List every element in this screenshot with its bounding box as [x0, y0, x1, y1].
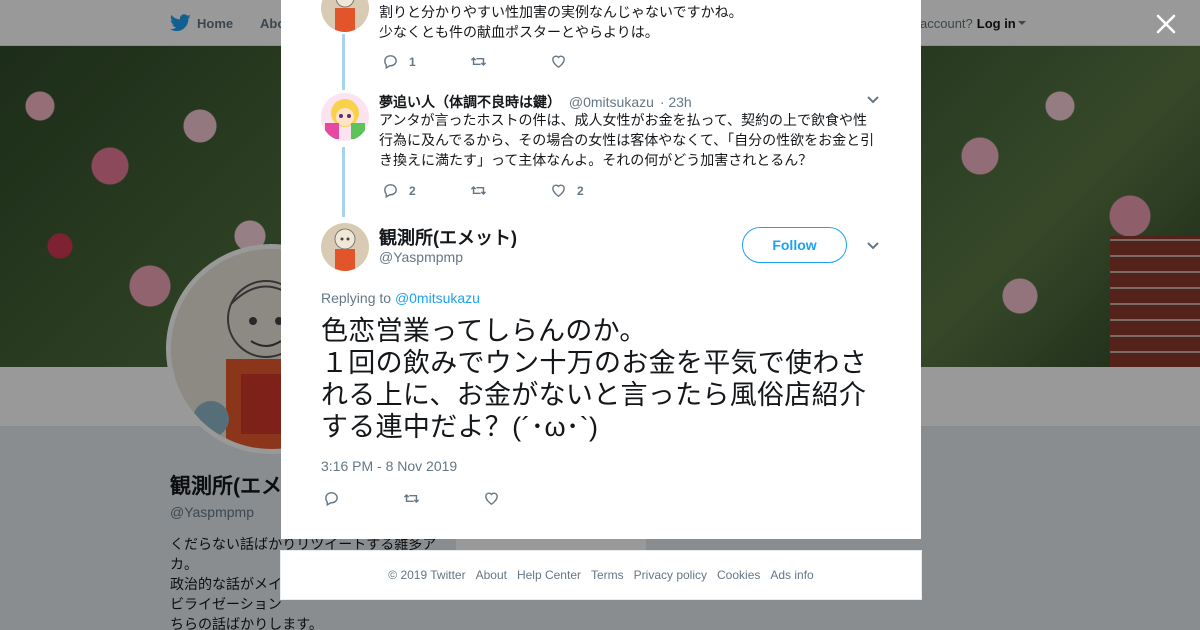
reply-button[interactable]: 2 — [382, 182, 470, 199]
tweet-time[interactable]: · 23h — [660, 94, 692, 110]
replying-handle-link[interactable]: @0mitsukazu — [395, 290, 480, 306]
thread-tweet-text: アンタが言ったホストの件は、成人女性がお金を払って、契約の上で飲食や性行為に及ん… — [379, 112, 875, 168]
reply-count: 2 — [409, 183, 416, 198]
footer-link-cookies[interactable]: Cookies — [717, 568, 760, 582]
like-button[interactable] — [483, 490, 500, 507]
retweet-button[interactable] — [470, 182, 550, 199]
like-icon — [485, 492, 498, 506]
retweet-icon — [470, 56, 487, 67]
retweet-icon — [470, 185, 487, 196]
like-icon — [552, 184, 565, 198]
follow-button[interactable]: Follow — [742, 227, 847, 263]
footer-link-privacy[interactable]: Privacy policy — [634, 568, 707, 582]
like-count: 2 — [577, 183, 584, 198]
close-button[interactable] — [1152, 10, 1180, 38]
tweet-author-handle[interactable]: @0mitsukazu — [569, 94, 654, 110]
thread-connector — [342, 34, 345, 90]
tweet-timestamp[interactable]: 3:16 PM - 8 Nov 2019 — [321, 458, 457, 474]
avatar[interactable] — [321, 223, 369, 271]
footer-link-help-center[interactable]: Help Center — [517, 568, 581, 582]
retweet-icon — [403, 493, 420, 504]
retweet-button[interactable] — [470, 53, 550, 70]
footer-link-ads-info[interactable]: Ads info — [770, 568, 813, 582]
like-button[interactable]: 2 — [550, 182, 584, 199]
reply-icon — [325, 492, 338, 507]
chevron-down-icon[interactable] — [866, 93, 880, 107]
footer-copyright: © 2019 Twitter — [388, 568, 466, 582]
tweet-actions: 1 — [382, 53, 567, 70]
reply-button[interactable] — [323, 490, 403, 507]
thread-tweet-text: 割りと分かりやすい性加害の実例なんじゃないですかね。 少なくとも件の献血ポスター… — [379, 4, 743, 40]
replying-to: Replying to @0mitsukazu — [321, 290, 480, 306]
reply-count: 1 — [409, 54, 416, 69]
footer-link-terms[interactable]: Terms — [591, 568, 624, 582]
tweet-header: 夢追い人（体調不良時は鍵） @0mitsukazu · 23h — [379, 92, 692, 112]
reply-icon — [384, 55, 397, 70]
thread-connector — [342, 147, 345, 217]
close-icon — [1156, 14, 1176, 34]
avatar-drawing — [321, 93, 369, 141]
tweet-actions: 2 2 — [382, 182, 584, 199]
main-tweet-text: 色恋営業ってしらんのか。 １回の飲みでウン十万のお金を平気で使わされる上に、お金… — [321, 316, 867, 442]
footer-link-about[interactable]: About — [476, 568, 507, 582]
avatar-drawing — [321, 223, 369, 271]
tweet-author-handle[interactable]: @Yaspmpmp — [379, 249, 463, 265]
tweet-author-name[interactable]: 観測所(エメット) — [379, 224, 517, 250]
like-button[interactable] — [550, 53, 567, 70]
reply-button[interactable]: 1 — [382, 53, 470, 70]
avatar[interactable] — [321, 93, 369, 141]
tweet-author-name[interactable]: 夢追い人（体調不良時は鍵） — [379, 94, 561, 110]
tweet-actions — [323, 490, 500, 507]
footer: © 2019 Twitter About Help Center Terms P… — [280, 550, 922, 600]
reply-icon — [384, 184, 397, 199]
retweet-button[interactable] — [403, 490, 483, 507]
replying-prefix: Replying to — [321, 290, 392, 306]
chevron-down-icon[interactable] — [866, 239, 880, 253]
like-icon — [552, 55, 565, 69]
